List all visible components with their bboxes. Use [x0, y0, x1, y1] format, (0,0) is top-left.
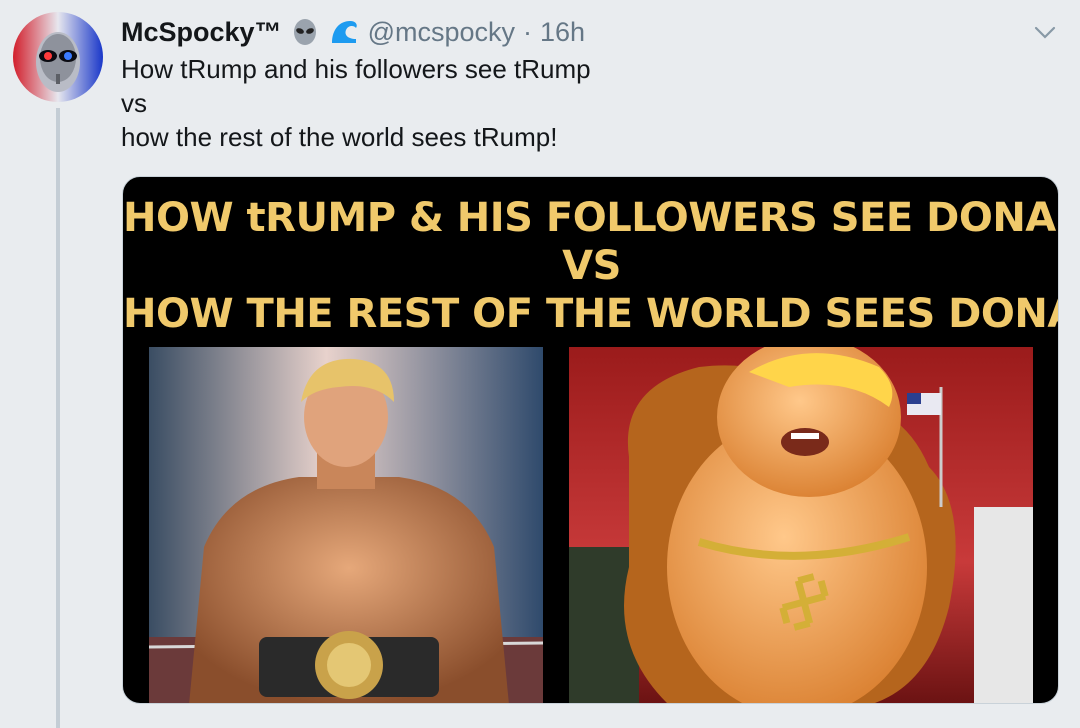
meme-headline-line: HOW tRUMP & HIS FOLLOWERS SEE DONALD [123, 195, 1059, 241]
tweet-media-image[interactable]: HOW tRUMP & HIS FOLLOWERS SEE DONALD VS … [122, 176, 1059, 704]
chevron-down-icon [1034, 26, 1056, 39]
meme-headline-line: HOW THE REST OF THE WORLD SEES DONALD [123, 291, 1059, 337]
user-handle[interactable]: @mcspocky [368, 17, 515, 48]
tweet-header: McSpocky™ @mcspocky · 16h [121, 12, 585, 52]
wave-icon [328, 17, 360, 47]
alien-icon [290, 17, 320, 47]
tweet-text: How tRump and his followers see tRump vs… [121, 52, 1041, 154]
display-name[interactable]: McSpocky™ [121, 17, 282, 48]
thread-connector-line [56, 108, 60, 728]
alien-avatar-icon [36, 32, 80, 92]
separator-dot: · [523, 16, 532, 47]
more-options-button[interactable] [1030, 18, 1060, 48]
avatar[interactable] [13, 12, 103, 102]
tweet-text-line: vs [121, 88, 147, 118]
tweet-text-line: How tRump and his followers see tRump [121, 54, 591, 84]
timestamp[interactable]: 16h [540, 17, 585, 48]
tweet-text-line: how the rest of the world sees tRump! [121, 122, 558, 152]
baby-balloon-photo [569, 347, 1033, 703]
meme-headline-line: VS [562, 243, 621, 289]
boxer-photo [149, 347, 543, 703]
